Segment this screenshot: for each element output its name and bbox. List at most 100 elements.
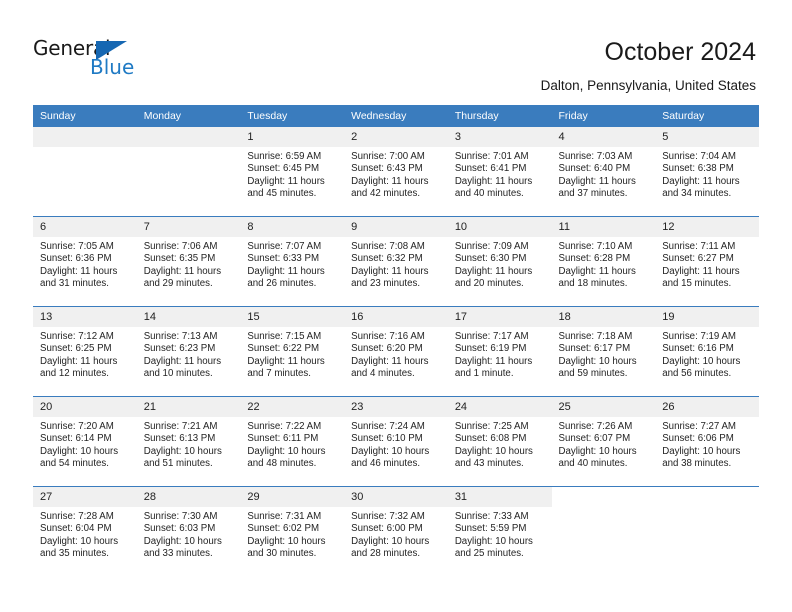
day-number: 24 — [447, 397, 552, 417]
day-cell-content: 16 Sunrise: 7:16 AM Sunset: 6:20 PM Dayligh… — [344, 307, 448, 396]
sunset-text: Sunset: 6:25 PM — [40, 343, 112, 355]
sunset-text: Sunset: 6:19 PM — [454, 343, 527, 355]
day-cell-content: 13 Sunrise: 7:12 AM Sunset: 6:25 PM Dayligh… — [33, 307, 137, 396]
day-cell-content: 29 Sunrise: 7:31 AM Sunset: 6:02 PM Dayligh… — [240, 487, 345, 576]
calendar-week-row: 20 Sunrise: 7:20 AM Sunset: 6:14 PM Dayligh… — [33, 396, 759, 487]
calendar-day-cell[interactable]: 18 Sunrise: 7:18 AM Sunset: 6:17 PM Dayligh… — [551, 306, 656, 397]
calendar-day-cell[interactable]: 10 Sunrise: 7:09 AM Sunset: 6:30 PM Dayligh… — [447, 216, 552, 307]
day-number: 3 — [447, 127, 552, 147]
calendar-day-cell[interactable]: 4 Sunrise: 7:03 AM Sunset: 6:40 PM Daylight… — [551, 127, 656, 217]
day-sun-info: Sunrise: 7:21 AM Sunset: 6:13 PM Daylight:… — [137, 417, 241, 471]
sunset-text: Sunset: 6:02 PM — [247, 523, 320, 535]
sunset-text: Sunset: 6:30 PM — [454, 253, 527, 265]
sunset-text: Sunset: 6:13 PM — [143, 433, 216, 445]
daylight-text: Daylight: 10 hours and 28 minutes. — [351, 535, 430, 560]
calendar-day-cell[interactable]: 8 Sunrise: 7:07 AM Sunset: 6:33 PM Daylight… — [240, 216, 345, 307]
calendar-day-cell[interactable] — [551, 486, 656, 576]
calendar-day-cell[interactable]: 27 Sunrise: 7:28 AM Sunset: 6:04 PM Dayligh… — [33, 486, 137, 576]
calendar-day-cell[interactable]: 28 Sunrise: 7:30 AM Sunset: 6:03 PM Dayligh… — [136, 486, 241, 576]
calendar-day-cell[interactable]: 22 Sunrise: 7:22 AM Sunset: 6:11 PM Dayligh… — [240, 396, 345, 487]
day-sun-info: Sunrise: 7:26 AM Sunset: 6:07 PM Daylight:… — [552, 417, 656, 471]
calendar-day-cell[interactable]: 20 Sunrise: 7:20 AM Sunset: 6:14 PM Dayligh… — [33, 396, 137, 487]
daylight-text: Daylight: 10 hours and 35 minutes. — [40, 535, 119, 560]
day-number: 27 — [33, 487, 137, 507]
calendar-day-cell[interactable]: 30 Sunrise: 7:32 AM Sunset: 6:00 PM Dayligh… — [344, 486, 448, 576]
daylight-text: Daylight: 10 hours and 46 minutes. — [351, 445, 430, 470]
day-sun-info: Sunrise: 7:25 AM Sunset: 6:08 PM Daylight:… — [448, 417, 552, 471]
day-sun-info: Sunrise: 7:22 AM Sunset: 6:11 PM Daylight:… — [240, 417, 344, 471]
day-cell-content: 17 Sunrise: 7:17 AM Sunset: 6:19 PM Dayligh… — [447, 307, 552, 396]
sunset-text: Sunset: 6:35 PM — [143, 253, 216, 265]
sunrise-text: Sunrise: 7:24 AM — [351, 421, 425, 432]
sunrise-text: Sunrise: 7:27 AM — [662, 421, 736, 432]
sunrise-text: Sunrise: 7:10 AM — [558, 241, 633, 252]
day-number — [136, 127, 241, 147]
calendar-day-cell[interactable]: 7 Sunrise: 7:06 AM Sunset: 6:35 PM Daylight… — [136, 216, 241, 307]
sunrise-text: Sunrise: 7:05 AM — [40, 241, 114, 252]
calendar-day-cell[interactable]: 17 Sunrise: 7:17 AM Sunset: 6:19 PM Dayligh… — [447, 306, 552, 397]
brand-logo[interactable]: General Blue — [33, 36, 213, 84]
day-number: 31 — [447, 487, 552, 507]
sunrise-text: Sunrise: 6:59 AM — [247, 151, 322, 162]
calendar-day-cell[interactable]: 5 Sunrise: 7:04 AM Sunset: 6:38 PM Daylight… — [655, 127, 759, 217]
day-number: 22 — [240, 397, 345, 417]
day-number: 19 — [655, 307, 759, 327]
day-sun-info: Sunrise: 7:24 AM Sunset: 6:10 PM Daylight:… — [344, 417, 448, 471]
day-number: 5 — [655, 127, 759, 147]
calendar-day-cell[interactable]: 3 Sunrise: 7:01 AM Sunset: 6:41 PM Daylight… — [447, 127, 552, 217]
calendar-day-cell[interactable]: 16 Sunrise: 7:16 AM Sunset: 6:20 PM Dayligh… — [344, 306, 448, 397]
calendar-day-cell[interactable]: 2 Sunrise: 7:00 AM Sunset: 6:43 PM Daylight… — [344, 127, 448, 217]
calendar-day-cell[interactable]: 29 Sunrise: 7:31 AM Sunset: 6:02 PM Dayligh… — [240, 486, 345, 576]
day-number: 26 — [655, 397, 759, 417]
day-sun-info: Sunrise: 6:59 AM Sunset: 6:45 PM Daylight:… — [240, 147, 344, 201]
calendar-day-cell[interactable] — [655, 486, 759, 576]
calendar-day-cell[interactable]: 23 Sunrise: 7:24 AM Sunset: 6:10 PM Dayligh… — [344, 396, 448, 487]
sunset-text: Sunset: 6:33 PM — [247, 253, 320, 265]
sunrise-text: Sunrise: 7:06 AM — [143, 241, 218, 252]
calendar-day-cell[interactable]: 12 Sunrise: 7:11 AM Sunset: 6:27 PM Dayligh… — [655, 216, 759, 307]
daylight-text: Daylight: 10 hours and 56 minutes. — [662, 355, 741, 380]
daylight-text: Daylight: 11 hours and 18 minutes. — [558, 265, 636, 290]
calendar-day-cell[interactable]: 11 Sunrise: 7:10 AM Sunset: 6:28 PM Dayligh… — [551, 216, 656, 307]
day-number: 4 — [551, 127, 656, 147]
sunrise-text: Sunrise: 7:30 AM — [143, 511, 218, 522]
calendar-day-cell[interactable]: 21 Sunrise: 7:21 AM Sunset: 6:13 PM Dayligh… — [136, 396, 241, 487]
day-cell-content: 26 Sunrise: 7:27 AM Sunset: 6:06 PM Dayligh… — [655, 397, 759, 486]
calendar-day-cell[interactable]: 31 Sunrise: 7:33 AM Sunset: 5:59 PM Dayligh… — [447, 486, 552, 576]
calendar-week-row: 1 Sunrise: 6:59 AM Sunset: 6:45 PM Daylight… — [33, 127, 759, 217]
day-cell-content — [33, 127, 137, 216]
calendar-day-cell[interactable]: 9 Sunrise: 7:08 AM Sunset: 6:32 PM Daylight… — [344, 216, 448, 307]
calendar-day-cell[interactable]: 14 Sunrise: 7:13 AM Sunset: 6:23 PM Dayligh… — [136, 306, 241, 397]
sunrise-text: Sunrise: 7:04 AM — [662, 151, 736, 162]
calendar-day-cell[interactable]: 26 Sunrise: 7:27 AM Sunset: 6:06 PM Dayligh… — [655, 396, 759, 487]
sunset-text: Sunset: 6:45 PM — [247, 163, 320, 175]
daylight-text: Daylight: 11 hours and 15 minutes. — [662, 265, 740, 290]
sunrise-text: Sunrise: 7:07 AM — [247, 241, 322, 252]
day-cell-content — [551, 487, 656, 576]
day-sun-info: Sunrise: 7:20 AM Sunset: 6:14 PM Daylight:… — [33, 417, 137, 471]
sunrise-text: Sunrise: 7:11 AM — [662, 241, 736, 252]
day-number: 7 — [136, 217, 241, 237]
sunset-text: Sunset: 6:14 PM — [40, 433, 112, 445]
calendar-day-cell[interactable]: 25 Sunrise: 7:26 AM Sunset: 6:07 PM Dayligh… — [551, 396, 656, 487]
calendar-day-cell[interactable] — [33, 127, 137, 217]
calendar-day-cell[interactable]: 1 Sunrise: 6:59 AM Sunset: 6:45 PM Daylight… — [240, 127, 345, 217]
daylight-text: Daylight: 10 hours and 43 minutes. — [454, 445, 533, 470]
calendar-day-cell[interactable] — [136, 127, 241, 217]
day-number: 21 — [136, 397, 241, 417]
daylight-text: Daylight: 11 hours and 23 minutes. — [351, 265, 429, 290]
day-cell-content: 9 Sunrise: 7:08 AM Sunset: 6:32 PM Daylight… — [344, 217, 448, 306]
calendar-day-cell[interactable]: 13 Sunrise: 7:12 AM Sunset: 6:25 PM Dayligh… — [33, 306, 137, 397]
day-number: 11 — [551, 217, 656, 237]
sunset-text: Sunset: 6:00 PM — [351, 523, 423, 535]
day-sun-info: Sunrise: 7:32 AM Sunset: 6:00 PM Daylight:… — [344, 507, 448, 561]
calendar-day-cell[interactable]: 19 Sunrise: 7:19 AM Sunset: 6:16 PM Dayligh… — [655, 306, 759, 397]
calendar-day-cell[interactable]: 24 Sunrise: 7:25 AM Sunset: 6:08 PM Dayligh… — [447, 396, 552, 487]
daylight-text: Daylight: 10 hours and 40 minutes. — [558, 445, 637, 470]
day-sun-info: Sunrise: 7:15 AM Sunset: 6:22 PM Daylight:… — [240, 327, 344, 381]
daylight-text: Daylight: 11 hours and 42 minutes. — [351, 175, 429, 200]
weekday-header-friday: Friday — [551, 105, 656, 127]
calendar-day-cell[interactable]: 6 Sunrise: 7:05 AM Sunset: 6:36 PM Daylight… — [33, 216, 137, 307]
calendar-day-cell[interactable]: 15 Sunrise: 7:15 AM Sunset: 6:22 PM Dayligh… — [240, 306, 345, 397]
calendar-body: 1 Sunrise: 6:59 AM Sunset: 6:45 PM Daylight… — [33, 127, 759, 576]
